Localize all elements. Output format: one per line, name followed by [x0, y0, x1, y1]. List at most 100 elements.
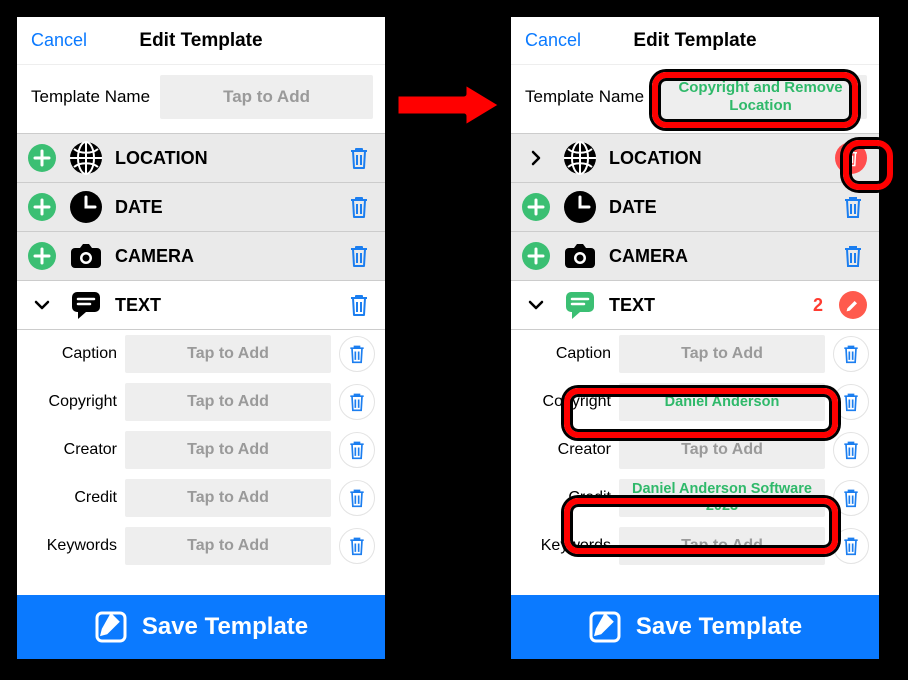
edit-template-panel-after: Cancel Edit Template Template Name Copyr…: [506, 12, 884, 664]
field-label: Credit: [527, 489, 611, 507]
category-row-camera: CAMERA: [511, 231, 879, 281]
cancel-button[interactable]: Cancel: [17, 30, 87, 51]
edit-template-panel-before: Cancel Edit Template Template Name Tap t…: [12, 12, 390, 664]
field-input[interactable]: Tap to Add: [619, 335, 825, 373]
field-row-keywords: Keywords Tap to Add: [511, 522, 879, 570]
category-label: TEXT: [115, 295, 335, 316]
template-name-row: Template Name Copyright and Remove Locat…: [511, 65, 879, 133]
field-input[interactable]: Daniel Anderson Software 2023: [619, 479, 825, 517]
trash-icon[interactable]: [339, 336, 375, 372]
category-label: DATE: [609, 197, 829, 218]
field-label: Creator: [527, 441, 611, 459]
field-row-copyright: Copyright Tap to Add: [17, 378, 385, 426]
cancel-button[interactable]: Cancel: [511, 30, 581, 51]
edit-icon[interactable]: [839, 291, 867, 319]
camera-icon: [67, 237, 105, 275]
category-row-location: LOCATION: [511, 133, 879, 183]
globe-icon: [561, 139, 599, 177]
add-icon[interactable]: [521, 241, 551, 271]
categories-list: LOCATION DATE CAMERA: [511, 133, 879, 595]
trash-delete-icon[interactable]: [835, 142, 867, 174]
clock-icon: [67, 188, 105, 226]
field-input[interactable]: Tap to Add: [125, 527, 331, 565]
save-template-button[interactable]: Save Template: [17, 595, 385, 659]
edit-count-badge: 2: [813, 295, 823, 316]
add-icon[interactable]: [27, 241, 57, 271]
trash-icon[interactable]: [833, 384, 869, 420]
trash-icon[interactable]: [345, 242, 373, 270]
trash-icon[interactable]: [339, 384, 375, 420]
field-input[interactable]: Tap to Add: [125, 335, 331, 373]
template-name-input[interactable]: Tap to Add: [160, 75, 373, 119]
field-label: Credit: [33, 489, 117, 507]
add-icon[interactable]: [27, 192, 57, 222]
field-label: Caption: [33, 345, 117, 363]
trash-icon[interactable]: [833, 528, 869, 564]
categories-list: LOCATION DATE CAMERA: [17, 133, 385, 595]
field-label: Copyright: [33, 393, 117, 411]
add-icon[interactable]: [521, 192, 551, 222]
category-row-date: DATE: [17, 182, 385, 232]
trash-icon[interactable]: [345, 144, 373, 172]
category-label: CAMERA: [115, 246, 335, 267]
arrow-right-icon: [390, 76, 508, 134]
field-row-caption: Caption Tap to Add: [511, 330, 879, 378]
field-row-keywords: Keywords Tap to Add: [17, 522, 385, 570]
field-row-credit: Credit Tap to Add: [17, 474, 385, 522]
add-icon[interactable]: [27, 143, 57, 173]
field-input[interactable]: Tap to Add: [619, 431, 825, 469]
trash-icon[interactable]: [345, 291, 373, 319]
field-input[interactable]: Tap to Add: [125, 431, 331, 469]
category-row-date: DATE: [511, 182, 879, 232]
field-row-creator: Creator Tap to Add: [511, 426, 879, 474]
chevron-down-icon[interactable]: [521, 290, 551, 320]
template-name-row: Template Name Tap to Add: [17, 65, 385, 133]
field-input[interactable]: Daniel Anderson: [619, 383, 825, 421]
save-label: Save Template: [142, 613, 308, 641]
trash-icon[interactable]: [833, 336, 869, 372]
category-label: LOCATION: [609, 148, 825, 169]
field-label: Keywords: [33, 537, 117, 555]
category-row-location: LOCATION: [17, 133, 385, 183]
chevron-down-icon[interactable]: [27, 290, 57, 320]
trash-icon[interactable]: [345, 193, 373, 221]
field-input[interactable]: Tap to Add: [125, 383, 331, 421]
field-row-credit: Credit Daniel Anderson Software 2023: [511, 474, 879, 522]
field-label: Copyright: [527, 393, 611, 411]
save-label: Save Template: [636, 613, 802, 641]
chevron-right-icon[interactable]: [521, 143, 551, 173]
category-row-camera: CAMERA: [17, 231, 385, 281]
template-name-label: Template Name: [525, 87, 644, 107]
trash-icon[interactable]: [339, 432, 375, 468]
category-label: DATE: [115, 197, 335, 218]
field-label: Keywords: [527, 537, 611, 555]
field-label: Creator: [33, 441, 117, 459]
trash-icon[interactable]: [339, 480, 375, 516]
clock-icon: [561, 188, 599, 226]
field-label: Caption: [527, 345, 611, 363]
category-label: LOCATION: [115, 148, 335, 169]
trash-icon[interactable]: [339, 528, 375, 564]
field-input[interactable]: Tap to Add: [125, 479, 331, 517]
category-label: TEXT: [609, 295, 803, 316]
field-row-creator: Creator Tap to Add: [17, 426, 385, 474]
category-row-text: TEXT 2: [511, 280, 879, 330]
trash-icon[interactable]: [839, 242, 867, 270]
save-template-button[interactable]: Save Template: [511, 595, 879, 659]
header: Cancel Edit Template: [17, 17, 385, 65]
trash-icon[interactable]: [833, 432, 869, 468]
text-bubble-icon: [561, 286, 599, 324]
field-row-copyright: Copyright Daniel Anderson: [511, 378, 879, 426]
template-name-input[interactable]: Copyright and Remove Location: [654, 75, 867, 119]
trash-icon[interactable]: [839, 193, 867, 221]
globe-icon: [67, 139, 105, 177]
field-input[interactable]: Tap to Add: [619, 527, 825, 565]
text-bubble-icon: [67, 286, 105, 324]
field-row-caption: Caption Tap to Add: [17, 330, 385, 378]
header: Cancel Edit Template: [511, 17, 879, 65]
category-row-text: TEXT: [17, 280, 385, 330]
template-name-label: Template Name: [31, 87, 150, 107]
camera-icon: [561, 237, 599, 275]
trash-icon[interactable]: [833, 480, 869, 516]
category-label: CAMERA: [609, 246, 829, 267]
